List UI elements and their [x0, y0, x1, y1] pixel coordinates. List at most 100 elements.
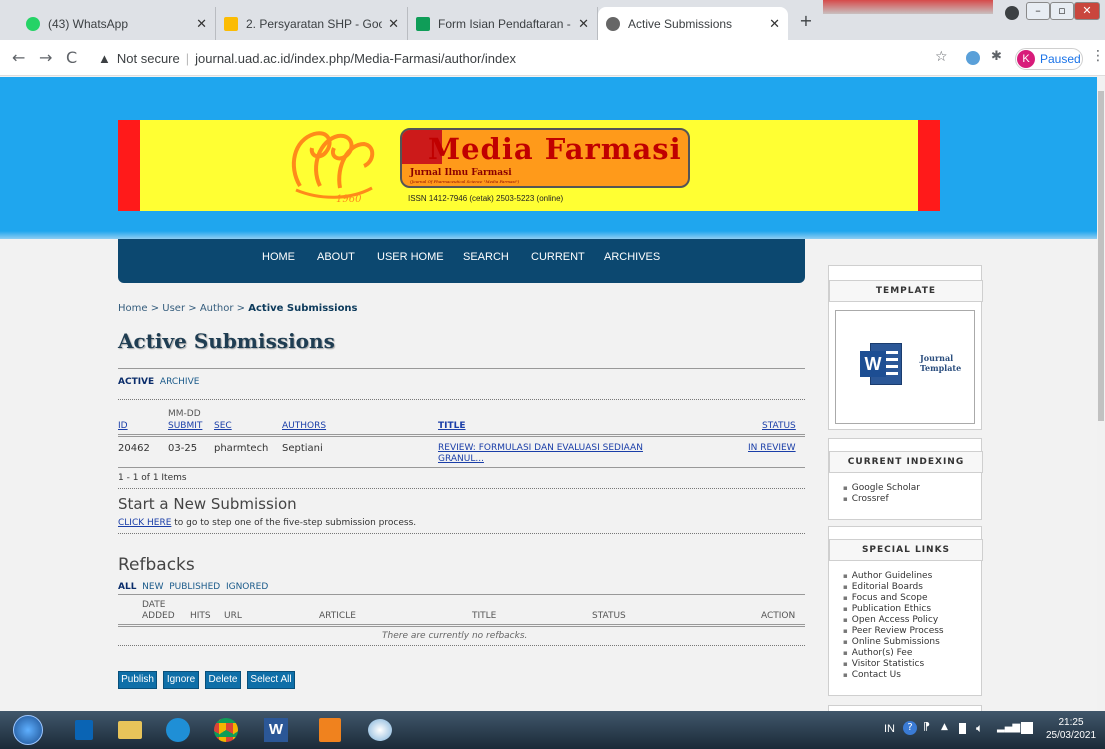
signal-icon[interactable]: ▂▄▆: [997, 722, 1020, 733]
paint-icon: [368, 719, 392, 741]
filter-new[interactable]: NEW: [142, 582, 163, 592]
nav-current[interactable]: CURRENT: [531, 251, 585, 263]
col-submit[interactable]: SUBMIT: [168, 421, 202, 431]
minimize-button[interactable]: –: [1026, 2, 1050, 20]
battery-icon[interactable]: [959, 723, 966, 734]
click-here-link[interactable]: CLICK HERE: [118, 518, 171, 528]
nav-user-home[interactable]: USER HOME: [377, 251, 444, 263]
close-icon[interactable]: ✕: [769, 16, 780, 32]
help-icon[interactable]: ?: [903, 721, 917, 735]
journal-subtitle: Jurnal Ilmu Farmasi: [410, 168, 512, 178]
cell-status[interactable]: IN REVIEW: [748, 443, 796, 453]
close-icon[interactable]: ✕: [578, 16, 589, 32]
close-window-button[interactable]: ✕: [1074, 2, 1100, 20]
list-item[interactable]: Open Access Policy: [843, 615, 944, 626]
tab-title: Active Submissions: [628, 16, 733, 31]
pen-icon[interactable]: ⁋: [923, 720, 930, 733]
cell-date: 03-25: [168, 443, 198, 454]
page-scrollbar[interactable]: [1097, 77, 1105, 711]
nav-home[interactable]: HOME: [262, 251, 295, 263]
menu-icon[interactable]: ⋮: [1091, 48, 1105, 64]
cell-title[interactable]: REVIEW: FORMULASI DAN EVALUASI SEDIAAN: [438, 443, 643, 453]
ignore-button[interactable]: Ignore: [163, 671, 199, 689]
col-sec[interactable]: SEC: [214, 421, 232, 431]
address-bar[interactable]: ▲ Not secure | journal.uad.ac.id/index.p…: [98, 45, 968, 71]
col-title[interactable]: TITLE: [438, 421, 466, 431]
filter-archive[interactable]: ARCHIVE: [160, 377, 200, 387]
list-item[interactable]: Publication Ethics: [843, 604, 944, 615]
select-all-button[interactable]: Select All: [247, 671, 295, 689]
filter-published[interactable]: PUBLISHED: [169, 582, 220, 592]
list-item[interactable]: Editorial Boards: [843, 582, 944, 593]
tab-google-form[interactable]: Form Isian Pendaftaran - Google ✕: [408, 7, 598, 40]
nav-about[interactable]: ABOUT: [317, 251, 355, 263]
list-item[interactable]: Focus and Scope: [843, 593, 944, 604]
filter-active[interactable]: ACTIVE: [118, 377, 154, 387]
list-item[interactable]: Visitor Statistics: [843, 659, 944, 670]
taskbar-outlook[interactable]: [64, 715, 104, 745]
divider: [118, 399, 805, 400]
list-item[interactable]: Author Guidelines: [843, 571, 944, 582]
template-block: TEMPLATE W Journal Template: [828, 265, 983, 430]
scrollbar-thumb[interactable]: [1098, 91, 1104, 421]
list-item[interactable]: Contact Us: [843, 670, 944, 681]
template-card[interactable]: W Journal Template: [835, 310, 975, 424]
list-item[interactable]: Peer Review Process: [843, 626, 944, 637]
extension-icon[interactable]: [966, 51, 980, 65]
list-item[interactable]: Google Scholar: [843, 483, 920, 494]
system-tray: IN ? ⁋ ▲ 🔈︎ ▂▄▆ 21:25 25/03/2021: [865, 711, 1105, 749]
filter-all[interactable]: ALL: [118, 582, 136, 592]
back-icon[interactable]: ←: [12, 48, 25, 67]
list-item[interactable]: Crossref: [843, 494, 920, 505]
browser-tab-strip: (43) WhatsApp ✕ 2. Persyaratan SHP - Goo…: [0, 0, 1105, 40]
chrome-media-icon[interactable]: [1005, 6, 1019, 20]
forward-icon[interactable]: →: [39, 48, 52, 67]
flag-icon[interactable]: [1021, 722, 1033, 734]
breadcrumb-home[interactable]: Home: [118, 303, 148, 314]
taskbar-explorer[interactable]: [110, 715, 150, 745]
taskbar-edge[interactable]: [158, 715, 198, 745]
cell-title-line2[interactable]: GRANUL...: [438, 454, 484, 464]
new-tab-button[interactable]: +: [795, 10, 817, 32]
list-item[interactable]: Author(s) Fee: [843, 648, 944, 659]
special-links-list: Author Guidelines Editorial Boards Focus…: [843, 571, 944, 681]
pdf-icon: [319, 718, 341, 742]
filter-ignored[interactable]: IGNORED: [226, 582, 268, 592]
header-hero: 1960 Media Farmasi Jurnal Ilmu Farmasi (…: [0, 77, 1097, 239]
publish-button[interactable]: Publish: [118, 671, 157, 689]
bookmark-star-icon[interactable]: ☆: [935, 49, 948, 65]
col-status[interactable]: STATUS: [762, 421, 796, 431]
tab-google-drive[interactable]: 2. Persyaratan SHP - Google Drive ✕: [216, 7, 408, 40]
breadcrumb-author[interactable]: Author: [200, 303, 234, 314]
col-id[interactable]: ID: [118, 421, 128, 431]
taskbar-pdf[interactable]: [310, 715, 350, 745]
logo-year: 1960: [336, 194, 362, 204]
tab-active-submissions[interactable]: Active Submissions ✕: [598, 7, 788, 40]
template-card-label: Journal Template: [920, 353, 962, 373]
reload-icon[interactable]: C: [66, 48, 77, 67]
profile-button[interactable]: K Paused: [1015, 48, 1083, 70]
close-icon[interactable]: ✕: [388, 16, 399, 32]
show-hidden-icons[interactable]: ▲: [941, 722, 948, 732]
taskbar-word[interactable]: W: [256, 715, 296, 745]
taskbar-chrome[interactable]: [206, 715, 246, 745]
clock[interactable]: 21:25 25/03/2021: [1043, 716, 1099, 742]
breadcrumb-user[interactable]: User: [162, 303, 185, 314]
divider: [118, 533, 805, 534]
taskbar-paint[interactable]: [360, 715, 400, 745]
maximize-button[interactable]: ▫: [1050, 2, 1074, 20]
journal-banner[interactable]: 1960 Media Farmasi Jurnal Ilmu Farmasi (…: [118, 120, 940, 211]
delete-button[interactable]: Delete: [205, 671, 241, 689]
extensions-puzzle-icon[interactable]: ✱: [991, 49, 1002, 64]
google-drive-icon: [224, 16, 238, 31]
nav-archives[interactable]: ARCHIVES: [604, 251, 660, 263]
col-authors[interactable]: AUTHORS: [282, 421, 326, 431]
tab-whatsapp[interactable]: (43) WhatsApp ✕: [18, 7, 216, 40]
close-icon[interactable]: ✕: [196, 16, 207, 32]
start-button[interactable]: [8, 715, 48, 745]
volume-icon[interactable]: 🔈︎: [976, 721, 983, 736]
input-language[interactable]: IN: [884, 723, 895, 735]
col-date-added: ADDED: [142, 611, 175, 621]
nav-search[interactable]: SEARCH: [463, 251, 509, 263]
list-item[interactable]: Online Submissions: [843, 637, 944, 648]
